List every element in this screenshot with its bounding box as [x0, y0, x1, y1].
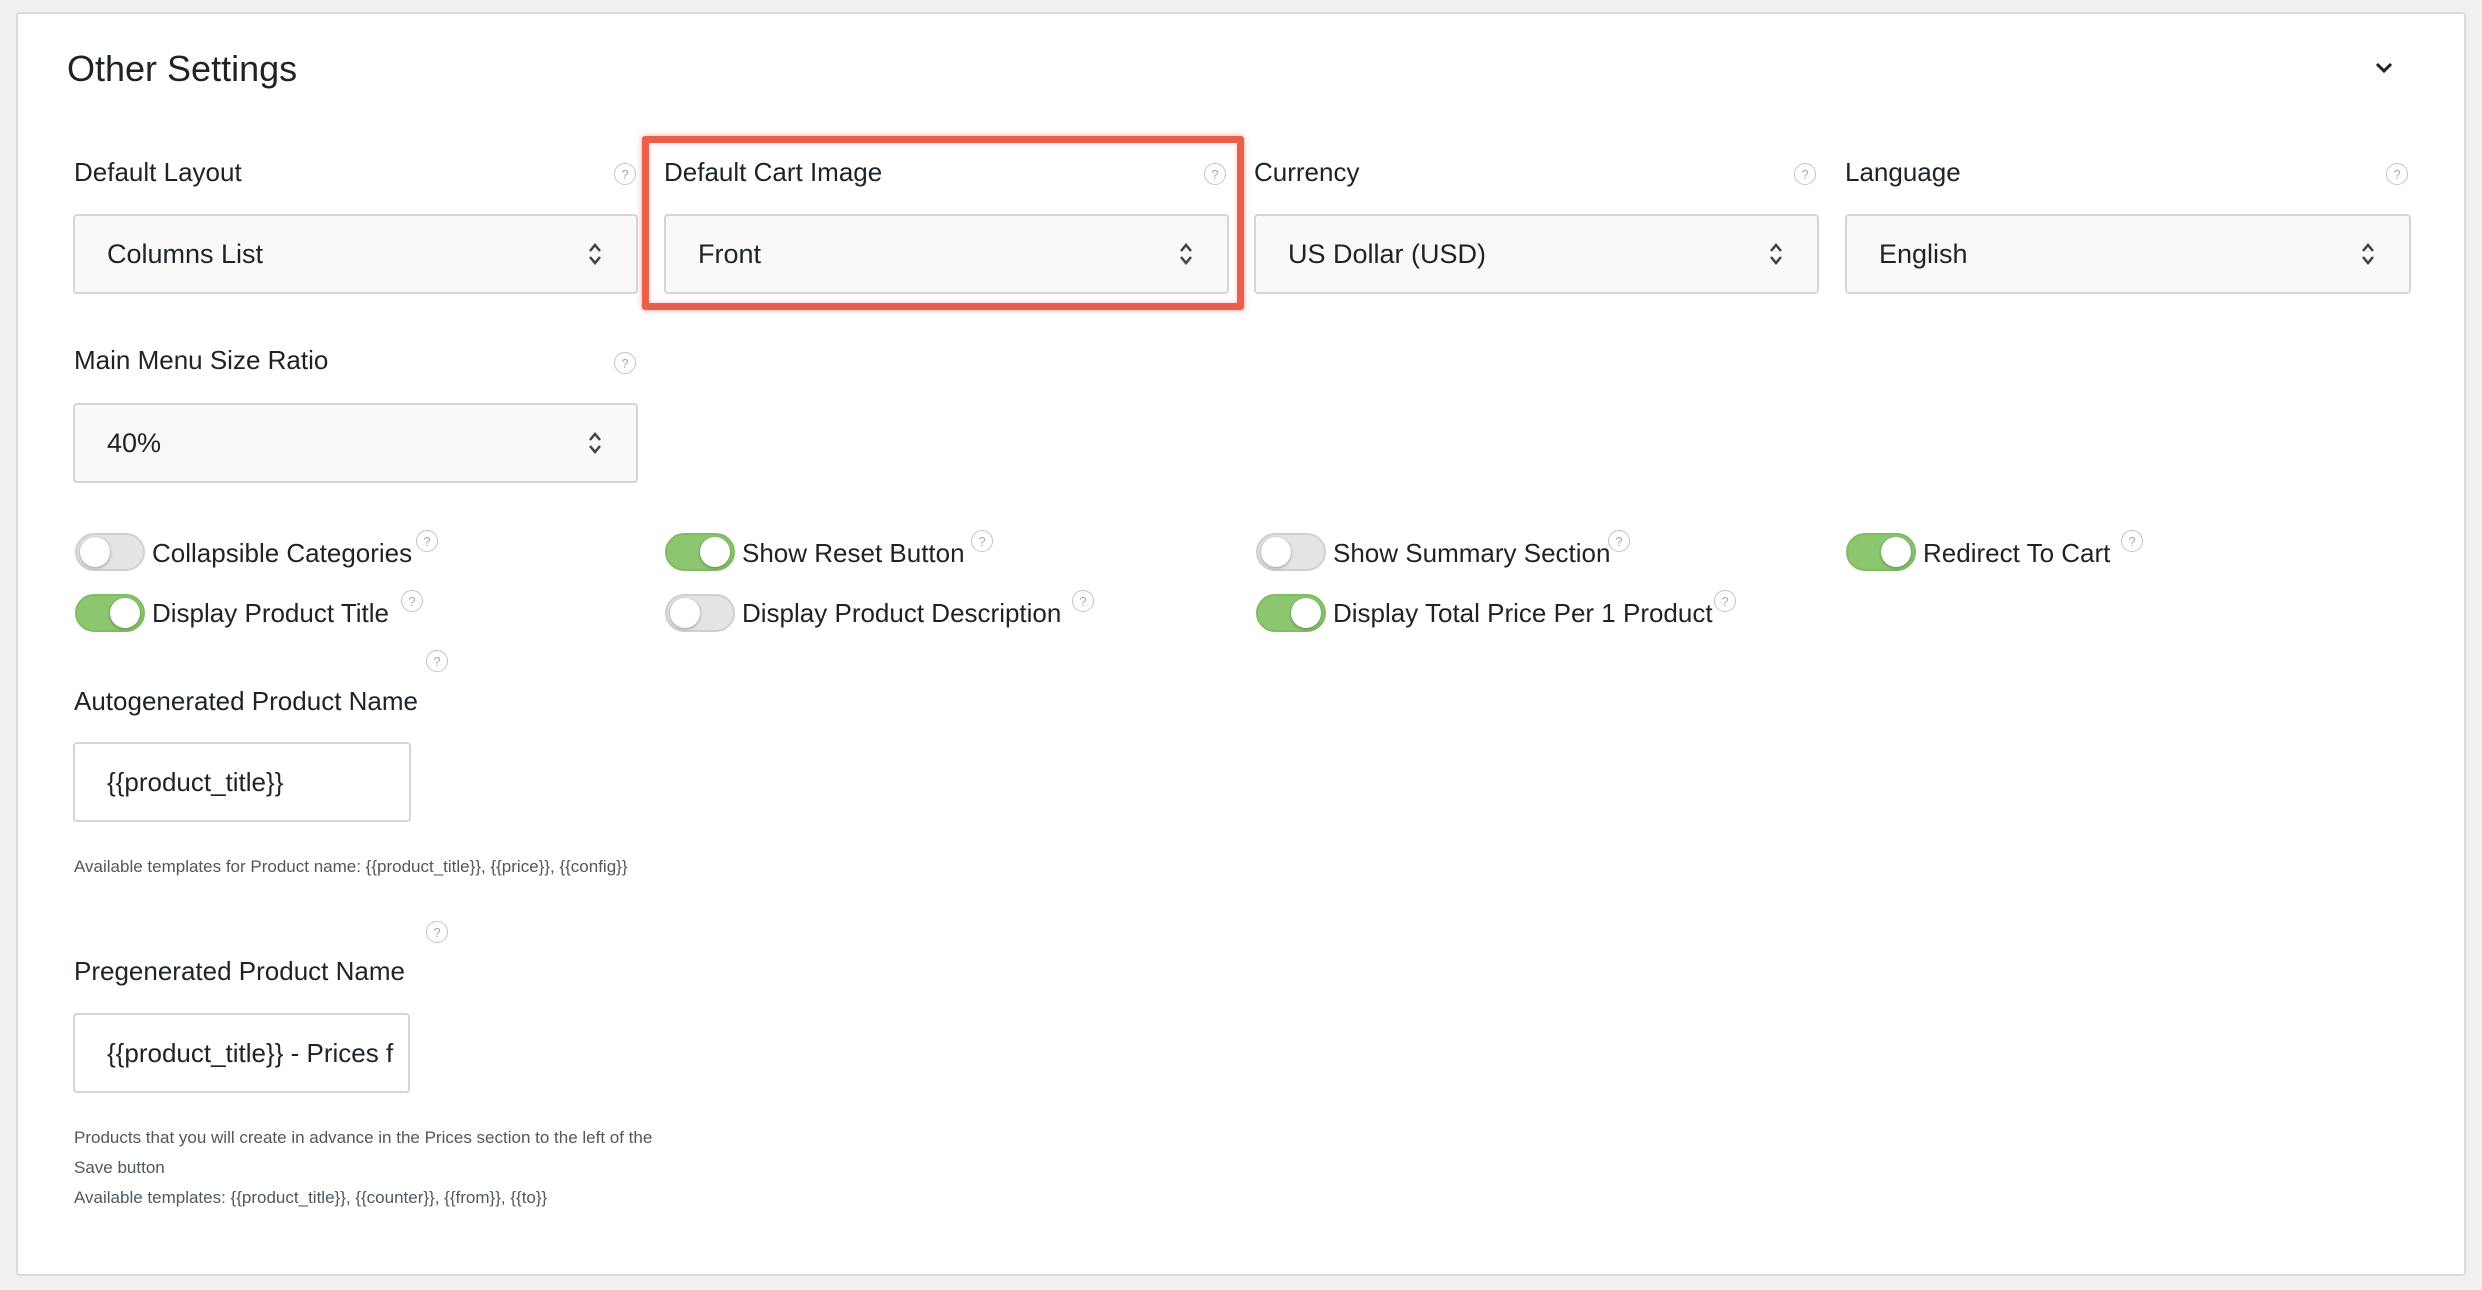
select-arrows-icon	[589, 432, 601, 454]
redirect-to-cart-label: Redirect To Cart	[1923, 538, 2111, 568]
show-reset-button-toggle[interactable]	[665, 533, 735, 571]
help-icon[interactable]: ?	[426, 650, 448, 672]
collapsible-categories-toggle[interactable]	[75, 533, 145, 571]
select-arrows-icon	[589, 243, 601, 265]
chevron-down-icon[interactable]	[2370, 54, 2398, 82]
autogenerated-product-name-label: Autogenerated Product Name	[74, 686, 418, 716]
default-layout-label: Default Layout	[74, 157, 242, 187]
display-product-title-toggle[interactable]	[75, 594, 145, 632]
currency-select[interactable]: US Dollar (USD)	[1254, 214, 1819, 294]
default-layout-select[interactable]: Columns List	[73, 214, 638, 294]
show-summary-section-toggle[interactable]	[1256, 533, 1326, 571]
display-product-description-toggle[interactable]	[665, 594, 735, 632]
language-select[interactable]: English	[1845, 214, 2411, 294]
currency-value: US Dollar (USD)	[1288, 238, 1487, 269]
pregenerated-hint-line: Products that you will create in advance…	[74, 1128, 653, 1147]
autogenerated-product-name-input[interactable]: {{product_title}}	[73, 742, 411, 822]
pregenerated-hint: Products that you will create in advance…	[74, 1123, 652, 1213]
main-menu-size-ratio-value: 40%	[107, 427, 162, 458]
main-menu-size-ratio-label: Main Menu Size Ratio	[74, 345, 329, 375]
show-summary-section-label: Show Summary Section	[1333, 538, 1611, 568]
display-product-description-label: Display Product Description	[742, 598, 1062, 628]
language-value: English	[1879, 238, 1968, 269]
help-icon[interactable]: ?	[1608, 530, 1630, 552]
select-arrows-icon	[2362, 243, 2374, 265]
display-total-price-toggle[interactable]	[1256, 594, 1326, 632]
highlight-box	[642, 136, 1244, 310]
pregenerated-product-name-label: Pregenerated Product Name	[74, 956, 405, 986]
redirect-to-cart-toggle[interactable]	[1846, 533, 1916, 571]
help-icon[interactable]: ?	[1714, 590, 1736, 612]
help-icon[interactable]: ?	[614, 163, 636, 185]
display-product-title-label: Display Product Title	[152, 598, 389, 628]
collapsible-categories-label: Collapsible Categories	[152, 538, 413, 568]
help-icon[interactable]: ?	[1794, 163, 1816, 185]
section-title: Other Settings	[67, 48, 298, 89]
default-layout-value: Columns List	[107, 238, 264, 269]
help-icon[interactable]: ?	[416, 530, 438, 552]
pregenerated-hint-line: Save button	[74, 1158, 165, 1177]
show-reset-button-label: Show Reset Button	[742, 538, 965, 568]
display-total-price-label: Display Total Price Per 1 Product	[1333, 598, 1713, 628]
pregenerated-hint-line: Available templates: {{product_title}}, …	[74, 1188, 548, 1207]
help-icon[interactable]: ?	[971, 530, 993, 552]
autogenerated-hint: Available templates for Product name: {{…	[74, 857, 628, 876]
help-icon[interactable]: ?	[614, 352, 636, 374]
main-menu-size-ratio-select[interactable]: 40%	[73, 403, 638, 483]
help-icon[interactable]: ?	[401, 590, 423, 612]
help-icon[interactable]: ?	[1072, 590, 1094, 612]
language-label: Language	[1845, 157, 1961, 187]
pregenerated-product-name-input[interactable]: {{product_title}} - Prices f	[73, 1013, 410, 1093]
help-icon[interactable]: ?	[426, 921, 448, 943]
help-icon[interactable]: ?	[2386, 163, 2408, 185]
help-icon[interactable]: ?	[2121, 530, 2143, 552]
select-arrows-icon	[1770, 243, 1782, 265]
currency-label: Currency	[1254, 157, 1360, 187]
